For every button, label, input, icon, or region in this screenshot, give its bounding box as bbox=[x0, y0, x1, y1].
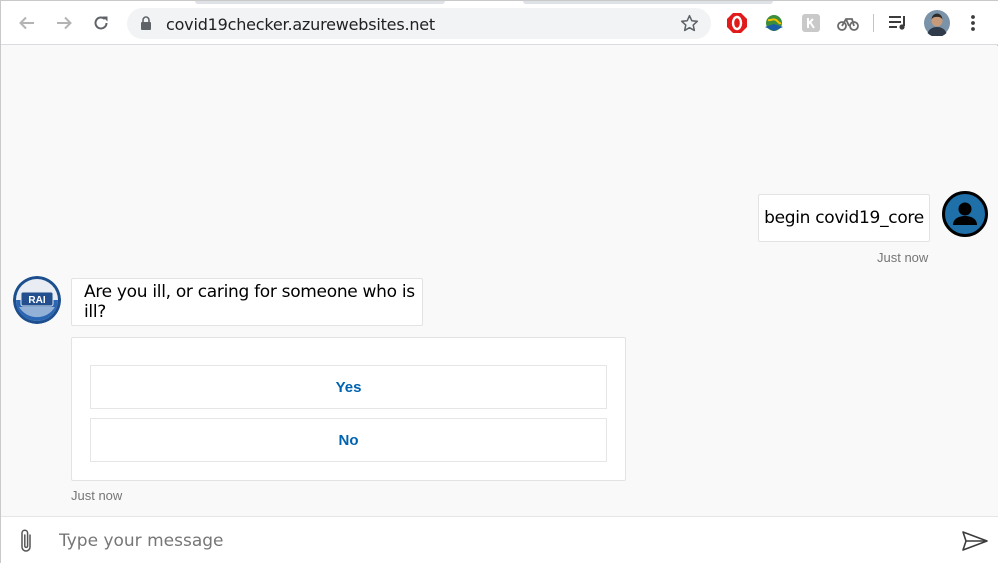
send-button[interactable] bbox=[959, 527, 991, 555]
reload-button[interactable] bbox=[87, 9, 115, 37]
globe-extension[interactable] bbox=[763, 12, 785, 34]
star-icon[interactable] bbox=[680, 14, 699, 33]
browser-toolbar: covid19checker.azurewebsites.net bbox=[1, 1, 998, 45]
more-vert-icon bbox=[971, 15, 975, 31]
chat-transcript: begin covid19_core Just now RAI Are you … bbox=[1, 46, 998, 516]
user-avatar bbox=[942, 191, 988, 237]
send-box bbox=[1, 516, 998, 563]
bicycle-extension[interactable] bbox=[837, 12, 859, 34]
media-queue-icon bbox=[889, 16, 905, 30]
forward-button[interactable] bbox=[50, 9, 78, 37]
suggested-actions-card: Yes No bbox=[71, 337, 626, 481]
toolbar-divider bbox=[873, 14, 874, 32]
opera-stop-extension[interactable] bbox=[726, 12, 748, 34]
profile-avatar-icon bbox=[924, 10, 950, 36]
bot-message-bubble: Are you ill, or caring for someone who i… bbox=[71, 278, 423, 326]
rai-logo: RAI bbox=[13, 276, 61, 324]
send-icon bbox=[962, 531, 988, 551]
no-button[interactable]: No bbox=[90, 418, 607, 462]
bot-avatar: RAI bbox=[13, 276, 61, 324]
k-extension-icon bbox=[802, 14, 820, 32]
opera-stop-extension-icon bbox=[727, 13, 747, 33]
media-queue-button[interactable] bbox=[887, 12, 909, 34]
k-extension[interactable] bbox=[800, 12, 822, 34]
forward-arrow-icon bbox=[57, 16, 72, 30]
profile-avatar[interactable] bbox=[924, 10, 950, 36]
back-button[interactable] bbox=[13, 9, 41, 37]
reload-icon bbox=[94, 16, 108, 30]
back-arrow-icon bbox=[19, 16, 34, 30]
yes-button[interactable]: Yes bbox=[90, 365, 607, 409]
globe-extension-icon bbox=[765, 15, 783, 31]
bicycle-extension-icon bbox=[837, 18, 859, 31]
address-bar[interactable]: covid19checker.azurewebsites.net bbox=[127, 8, 711, 39]
url-text: covid19checker.azurewebsites.net bbox=[166, 15, 436, 34]
tab-strip-edge bbox=[195, 1, 445, 4]
user-message-bubble: begin covid19_core bbox=[758, 194, 930, 242]
browser-menu-button[interactable] bbox=[962, 12, 984, 34]
message-input[interactable] bbox=[51, 527, 931, 555]
bot-message-timestamp: Just now bbox=[71, 488, 123, 503]
attach-button[interactable] bbox=[13, 526, 39, 556]
lock-icon bbox=[141, 16, 151, 30]
user-person-icon bbox=[953, 202, 977, 225]
paperclip-icon bbox=[21, 529, 31, 552]
user-message-timestamp: Just now bbox=[877, 250, 929, 265]
bot-avatar-label: RAI bbox=[28, 295, 45, 306]
tab-strip-edge bbox=[523, 1, 773, 4]
